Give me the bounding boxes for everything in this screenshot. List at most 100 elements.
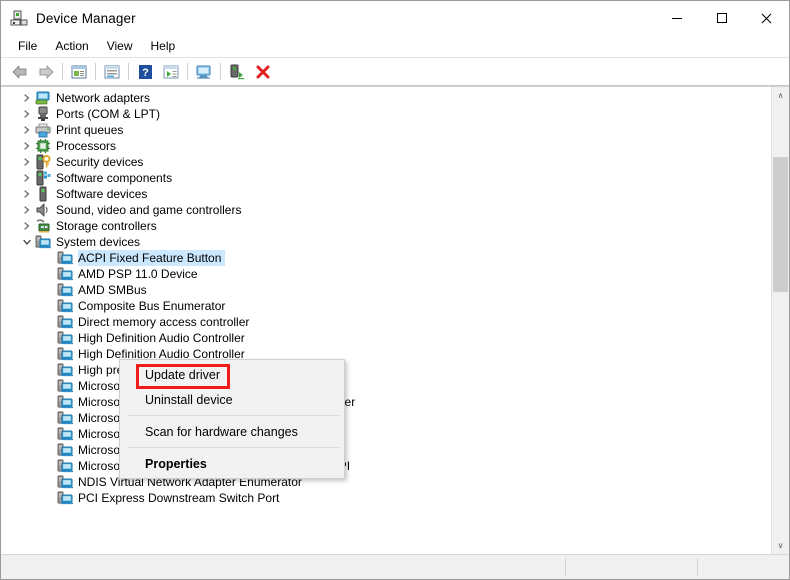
tree-row-label: Composite Bus Enumerator — [78, 299, 226, 313]
system-device-icon — [57, 442, 73, 458]
tree-row[interactable]: ACPI Fixed Feature Button — [1, 250, 771, 266]
tree-row[interactable]: Network adapters — [1, 90, 771, 106]
ctx-update-driver[interactable]: Update driver — [120, 362, 344, 387]
toolbar: ? — [1, 58, 789, 86]
system-device-icon — [57, 298, 73, 314]
tree-no-chevron — [41, 314, 57, 330]
chevron-right-icon[interactable] — [19, 90, 35, 106]
tree-row[interactable]: AMD SMBus — [1, 282, 771, 298]
system-device-icon — [57, 474, 73, 490]
tree-row[interactable]: Processors — [1, 138, 771, 154]
tree-row[interactable]: Sound, video and game controllers — [1, 202, 771, 218]
status-pane-3 — [698, 555, 789, 579]
scroll-up-button[interactable]: ∧ — [772, 87, 789, 104]
chevron-down-icon[interactable] — [19, 234, 35, 250]
chevron-right-icon[interactable] — [19, 122, 35, 138]
system-device-icon — [57, 266, 73, 282]
tree-no-chevron — [41, 442, 57, 458]
tree-row-label: Software components — [56, 171, 173, 185]
menu-file[interactable]: File — [9, 37, 46, 55]
system-device-icon — [57, 378, 73, 394]
vertical-scrollbar[interactable]: ∧ ∨ — [771, 87, 789, 554]
window-title: Device Manager — [36, 10, 136, 26]
chevron-right-icon[interactable] — [19, 154, 35, 170]
device-tree[interactable]: Network adapters Ports (COM & LPT) Print… — [1, 87, 771, 554]
forward-button[interactable] — [33, 60, 59, 84]
help-button[interactable]: ? — [132, 60, 158, 84]
tree-row[interactable]: Microsoft Virtual Drive Enumerator — [1, 442, 771, 458]
tree-row[interactable]: Microsoft ACPI-Compliant System — [1, 378, 771, 394]
menu-help[interactable]: Help — [142, 37, 185, 55]
tree-row-label: High Definition Audio Controller — [78, 331, 245, 345]
tree-row-label: Processors — [56, 139, 117, 153]
tree-row[interactable]: High precision event timer — [1, 362, 771, 378]
chevron-right-icon[interactable] — [19, 202, 35, 218]
tree-row[interactable]: AMD PSP 11.0 Device — [1, 266, 771, 282]
tree-row-label: AMD PSP 11.0 Device — [78, 267, 198, 281]
system-device-icon — [57, 490, 73, 506]
tree-no-chevron — [41, 490, 57, 506]
system-device-icon — [57, 458, 73, 474]
network-adapter-icon — [35, 90, 51, 106]
enable-device-button[interactable] — [224, 60, 250, 84]
tree-row[interactable]: Ports (COM & LPT) — [1, 106, 771, 122]
toolbar-separator-3 — [128, 63, 129, 80]
tree-row[interactable]: Storage controllers — [1, 218, 771, 234]
tree-row[interactable]: High Definition Audio Controller — [1, 330, 771, 346]
tree-row[interactable]: PCI Express Downstream Switch Port — [1, 490, 771, 506]
tree-row-label: ACPI Fixed Feature Button — [78, 250, 226, 266]
uninstall-device-button[interactable] — [250, 60, 276, 84]
context-menu-separator-2 — [128, 447, 340, 448]
tree-row[interactable]: Software components — [1, 170, 771, 186]
menu-action[interactable]: Action — [46, 37, 97, 55]
update-driver-icon — [104, 65, 120, 78]
scan-monitor-icon — [196, 65, 211, 78]
tree-row[interactable]: Microsoft System Management BIOS Driver — [1, 410, 771, 426]
chevron-right-icon[interactable] — [19, 106, 35, 122]
scan-hardware-button[interactable] — [191, 60, 217, 84]
ctx-properties[interactable]: Properties — [120, 451, 344, 476]
tree-no-chevron — [41, 346, 57, 362]
show-hidden-button[interactable] — [158, 60, 184, 84]
tree-row[interactable]: NDIS Virtual Network Adapter Enumerator — [1, 474, 771, 490]
window-controls — [654, 1, 789, 35]
back-button[interactable] — [7, 60, 33, 84]
tree-row[interactable]: Software devices — [1, 186, 771, 202]
tree-row[interactable]: Direct memory access controller — [1, 314, 771, 330]
chevron-right-icon[interactable] — [19, 138, 35, 154]
tree-row-label: Print queues — [56, 123, 124, 137]
chevron-right-icon[interactable] — [19, 170, 35, 186]
tree-row[interactable]: Microsoft Hyper-V Virtualization Infrast… — [1, 394, 771, 410]
close-icon — [761, 13, 772, 24]
tree-row-label: Ports (COM & LPT) — [56, 107, 161, 121]
menu-view[interactable]: View — [98, 37, 142, 55]
scrollbar-thumb[interactable] — [773, 157, 788, 292]
ctx-uninstall-device[interactable]: Uninstall device — [120, 387, 344, 412]
system-device-icon — [57, 314, 73, 330]
tree-row[interactable]: Microsoft Windows Management Interface f… — [1, 458, 771, 474]
maximize-button[interactable] — [699, 1, 744, 35]
tree-row[interactable]: Print queues — [1, 122, 771, 138]
tree-row[interactable]: System devices — [1, 234, 771, 250]
tree-row[interactable]: Composite Bus Enumerator — [1, 298, 771, 314]
help-question-icon: ? — [139, 64, 152, 79]
scroll-down-button[interactable]: ∨ — [772, 537, 789, 554]
ctx-scan-hardware[interactable]: Scan for hardware changes — [120, 419, 344, 444]
tree-row[interactable]: Microsoft UEFI-Compliant System — [1, 426, 771, 442]
chevron-right-icon[interactable] — [19, 218, 35, 234]
chevron-right-icon[interactable] — [19, 186, 35, 202]
tree-row[interactable]: Security devices — [1, 154, 771, 170]
tree-row-label: Network adapters — [56, 91, 151, 105]
properties-button[interactable] — [66, 60, 92, 84]
update-driver-button[interactable] — [99, 60, 125, 84]
content-area: Network adapters Ports (COM & LPT) Print… — [1, 86, 789, 554]
svg-text:?: ? — [142, 67, 149, 79]
tree-row[interactable]: High Definition Audio Controller — [1, 346, 771, 362]
status-pane-1 — [1, 555, 565, 579]
minimize-button[interactable] — [654, 1, 699, 35]
system-device-icon — [57, 346, 73, 362]
enable-device-icon — [230, 64, 244, 79]
close-button[interactable] — [744, 1, 789, 35]
tree-row-label: System devices — [56, 235, 141, 249]
storage-controller-icon — [35, 218, 51, 234]
